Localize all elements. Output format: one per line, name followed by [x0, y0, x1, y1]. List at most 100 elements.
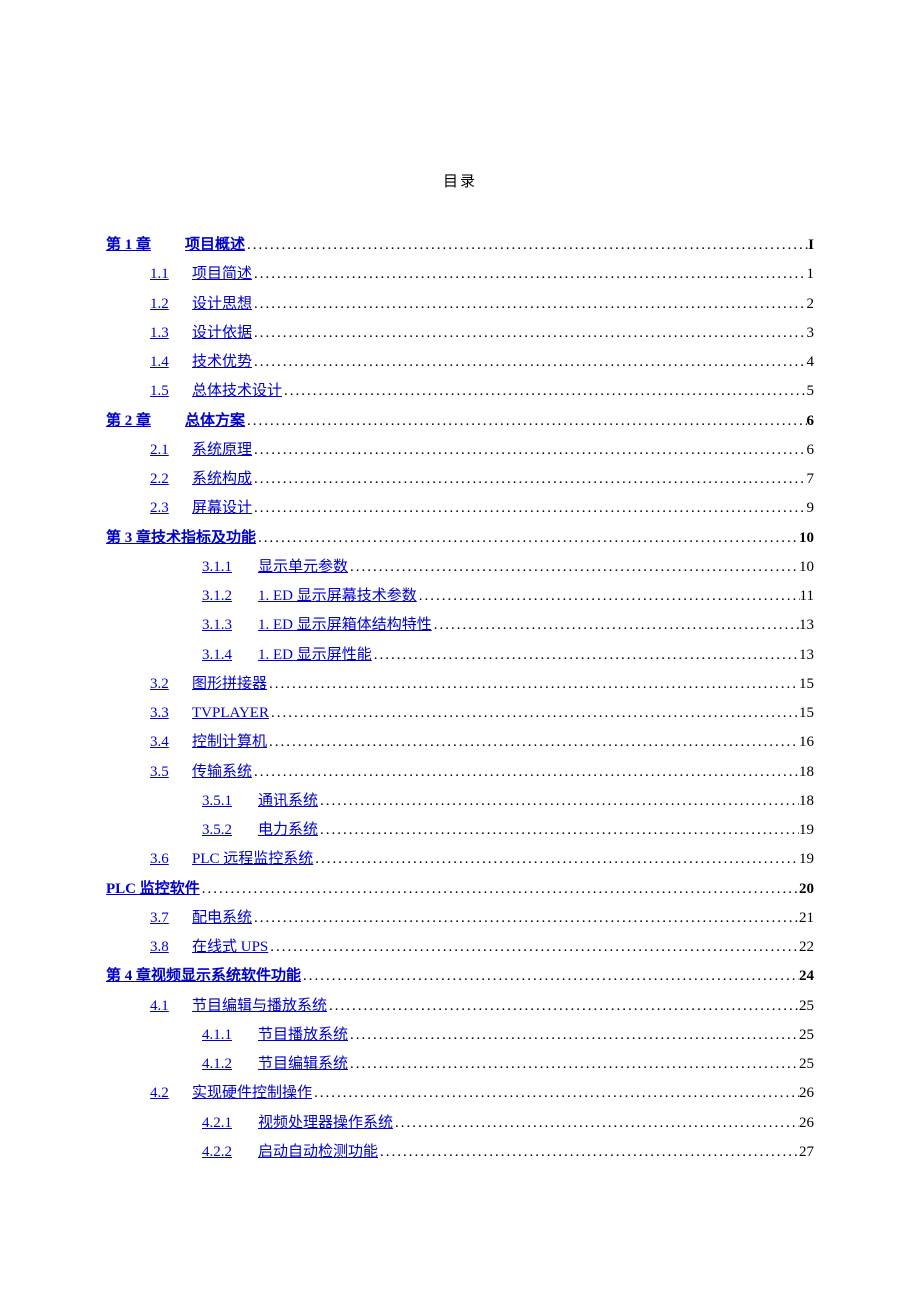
toc-entry-number[interactable]: 1.2	[150, 290, 182, 319]
toc-entry[interactable]: 4.2.2启动自动检测功能27	[106, 1138, 814, 1167]
toc-entry-page: 20	[799, 875, 814, 904]
toc-entry-number[interactable]: 2.2	[150, 465, 182, 494]
toc-entry-label[interactable]: 控制计算机	[192, 728, 267, 757]
toc-entry-number[interactable]: 4.2.2	[202, 1138, 248, 1167]
toc-leader-dots	[252, 494, 806, 523]
toc-entry-label[interactable]: 设计依据	[192, 319, 252, 348]
toc-entry-number[interactable]: 第 1 章	[106, 231, 151, 260]
toc-entry-number[interactable]: 3.3	[150, 699, 182, 728]
toc-entry[interactable]: 2.2系统构成7	[106, 465, 814, 494]
toc-entry-label[interactable]: 系统原理	[192, 436, 252, 465]
toc-entry-number[interactable]: 3.7	[150, 904, 182, 933]
toc-entry-number[interactable]: 4.2	[150, 1079, 182, 1108]
toc-entry-page: 6	[807, 436, 815, 465]
toc-entry-label[interactable]: 节目编辑与播放系统	[192, 992, 327, 1021]
toc-entry-label[interactable]: 总体技术设计	[192, 377, 282, 406]
toc-entry[interactable]: 3.8在线式 UPS22	[106, 933, 814, 962]
toc-entry[interactable]: 3.6PLC 远程监控系统19	[106, 845, 814, 874]
toc-entry-label[interactable]: TVPLAYER	[192, 699, 269, 728]
toc-entry-label[interactable]: 总体方案	[185, 407, 245, 436]
toc-entry-label[interactable]: 技术优势	[192, 348, 252, 377]
toc-entry-label[interactable]: 在线式 UPS	[192, 933, 268, 962]
toc-entry-label[interactable]: 项目简述	[192, 260, 252, 289]
toc-entry[interactable]: 3.3TVPLAYER15	[106, 699, 814, 728]
toc-entry-number[interactable]: 3.8	[150, 933, 182, 962]
toc-entry-label[interactable]: 屏幕设计	[192, 494, 252, 523]
toc-entry[interactable]: 2.3屏幕设计9	[106, 494, 814, 523]
toc-entry-page: I	[808, 231, 814, 260]
toc-entry-number[interactable]: 3.2	[150, 670, 182, 699]
toc-entry[interactable]: 4.1.1节目播放系统25	[106, 1021, 814, 1050]
toc-entry[interactable]: 3.1.21. ED 显示屏幕技术参数11	[106, 582, 814, 611]
toc-entry-label[interactable]: 节目编辑系统	[258, 1050, 348, 1079]
toc-entry-label[interactable]: 图形拼接器	[192, 670, 267, 699]
toc-entry-number[interactable]: 1.5	[150, 377, 182, 406]
toc-leader-dots	[252, 436, 806, 465]
toc-entry-number[interactable]: 3.1.1	[202, 553, 248, 582]
toc-entry[interactable]: 3.7配电系统21	[106, 904, 814, 933]
toc-entry[interactable]: 1.3设计依据3	[106, 319, 814, 348]
toc-entry-label[interactable]: 节目播放系统	[258, 1021, 348, 1050]
toc-entry-label[interactable]: 视频处理器操作系统	[258, 1109, 393, 1138]
toc-entry[interactable]: 1.5总体技术设计5	[106, 377, 814, 406]
toc-entry-number[interactable]: 1.4	[150, 348, 182, 377]
toc-entry-number[interactable]: 2.1	[150, 436, 182, 465]
toc-entry-label[interactable]: 1. ED 显示屏箱体结构特性	[258, 611, 432, 640]
toc-entry-number[interactable]: 1.3	[150, 319, 182, 348]
toc-entry-number[interactable]: 4.1.1	[202, 1021, 248, 1050]
toc-entry-label[interactable]: 启动自动检测功能	[258, 1138, 378, 1167]
toc-entry[interactable]: 4.2实现硬件控制操作26	[106, 1079, 814, 1108]
toc-entry-number[interactable]: 3.6	[150, 845, 182, 874]
toc-entry[interactable]: 3.5.2电力系统19	[106, 816, 814, 845]
toc-entry-number[interactable]: 3.5	[150, 758, 182, 787]
toc-entry-number[interactable]: 3.1.4	[202, 641, 248, 670]
toc-entry[interactable]: 3.4控制计算机16	[106, 728, 814, 757]
toc-entry-number[interactable]: 2.3	[150, 494, 182, 523]
toc-entry[interactable]: 3.5传输系统18	[106, 758, 814, 787]
toc-entry-label[interactable]: 第 3 章技术指标及功能	[106, 524, 256, 553]
toc-leader-dots	[318, 787, 799, 816]
toc-entry-number[interactable]: 第 2 章	[106, 407, 151, 436]
toc-entry-number[interactable]: 4.1	[150, 992, 182, 1021]
toc-entry-label[interactable]: 通讯系统	[258, 787, 318, 816]
toc-entry-label[interactable]: 项目概述	[185, 231, 245, 260]
toc-entry-label[interactable]: 电力系统	[258, 816, 318, 845]
toc-entry-number[interactable]: 1.1	[150, 260, 182, 289]
toc-entry-number[interactable]: 3.1.2	[202, 582, 248, 611]
toc-entry[interactable]: 第 4 章视频显示系统软件功能24	[106, 962, 814, 991]
toc-entry-label[interactable]: 传输系统	[192, 758, 252, 787]
toc-entry-number[interactable]: 4.1.2	[202, 1050, 248, 1079]
toc-entry[interactable]: PLC 监控软件 20	[106, 875, 814, 904]
toc-entry-number[interactable]: 3.5.1	[202, 787, 248, 816]
toc-entry-label[interactable]: PLC 远程监控系统	[192, 845, 313, 874]
toc-entry-label[interactable]: 显示单元参数	[258, 553, 348, 582]
toc-entry[interactable]: 3.2图形拼接器15	[106, 670, 814, 699]
toc-entry[interactable]: 1.2设计思想2	[106, 290, 814, 319]
toc-entry[interactable]: 第 3 章技术指标及功能10	[106, 524, 814, 553]
toc-entry[interactable]: 4.2.1视频处理器操作系统26	[106, 1109, 814, 1138]
toc-entry[interactable]: 4.1节目编辑与播放系统25	[106, 992, 814, 1021]
toc-entry-label[interactable]: 实现硬件控制操作	[192, 1079, 312, 1108]
toc-entry-label[interactable]: 1. ED 显示屏幕技术参数	[258, 582, 417, 611]
toc-entry-label[interactable]: 第 4 章视频显示系统软件功能	[106, 962, 301, 991]
toc-entry-number[interactable]: 3.1.3	[202, 611, 248, 640]
toc-entry-label[interactable]: 1. ED 显示屏性能	[258, 641, 372, 670]
toc-entry[interactable]: 1.1项目简述1	[106, 260, 814, 289]
toc-entry-label[interactable]: 设计思想	[192, 290, 252, 319]
toc-entry-label[interactable]: 系统构成	[192, 465, 252, 494]
toc-entry[interactable]: 第 2 章总体方案6	[106, 407, 814, 436]
toc-entry-number[interactable]: 3.4	[150, 728, 182, 757]
toc-entry[interactable]: 4.1.2节目编辑系统25	[106, 1050, 814, 1079]
toc-entry-label[interactable]: 配电系统	[192, 904, 252, 933]
toc-entry-number[interactable]: 4.2.1	[202, 1109, 248, 1138]
toc-entry[interactable]: 1.4技术优势4	[106, 348, 814, 377]
toc-entry[interactable]: 第 1 章 项目概述 I	[106, 231, 814, 260]
toc-entry[interactable]: 3.1.31. ED 显示屏箱体结构特性13	[106, 611, 814, 640]
toc-entry[interactable]: 3.1.1显示单元参数10	[106, 553, 814, 582]
toc-entry[interactable]: 2.1 系统原理 6	[106, 436, 814, 465]
toc-entry[interactable]: 3.1.41. ED 显示屏性能13	[106, 641, 814, 670]
toc-entry-number[interactable]: 3.5.2	[202, 816, 248, 845]
toc-leader-dots	[252, 465, 806, 494]
toc-entry-label[interactable]: PLC 监控软件	[106, 875, 200, 904]
toc-entry[interactable]: 3.5.1通讯系统18	[106, 787, 814, 816]
